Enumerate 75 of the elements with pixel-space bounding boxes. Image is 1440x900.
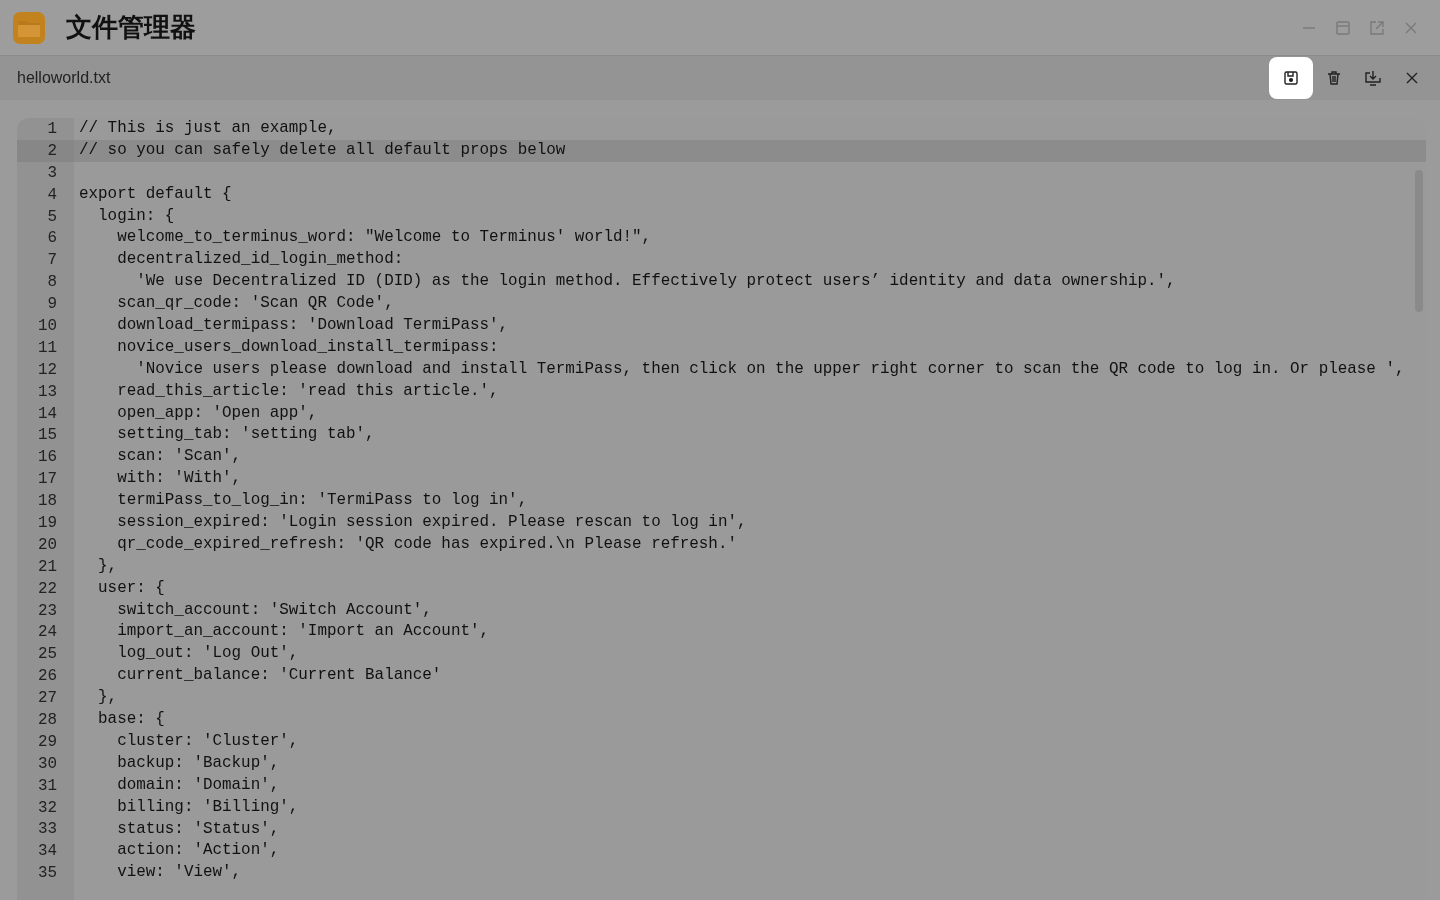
code-line: decentralized_id_login_method: [116, 249, 405, 271]
line-number: 30 [36, 753, 58, 775]
trash-icon [1325, 69, 1343, 87]
code-line: switch_account: 'Switch Account', [116, 599, 433, 621]
file-name: helloworld.txt [17, 69, 111, 87]
code-line: }, [97, 687, 119, 709]
code-line: novice_users_download_install_termipass: [116, 336, 500, 358]
line-number: 3 [46, 162, 58, 184]
code-line: scan: 'Scan', [116, 446, 243, 468]
line-number: 13 [36, 381, 58, 403]
line-number: 20 [36, 534, 58, 556]
line-number: 34 [36, 841, 58, 863]
line-number: 14 [36, 403, 58, 425]
line-number: 18 [36, 491, 58, 513]
code-line: cluster: 'Cluster', [116, 730, 300, 752]
code-line: with: 'With', [116, 468, 243, 490]
line-number: 29 [36, 731, 58, 753]
line-number: 24 [36, 622, 58, 644]
line-number: 28 [36, 710, 58, 731]
code-line: action: 'Action', [116, 840, 281, 862]
line-number: 32 [36, 797, 58, 819]
line-number: 11 [36, 337, 58, 359]
code-line: // This is just an example, [78, 118, 338, 139]
code-line: domain: 'Domain', [116, 774, 281, 796]
window-title: 文件管理器 [66, 11, 196, 44]
line-number: 2 [17, 139, 74, 162]
code-line: log_out: 'Log Out', [116, 643, 300, 665]
code-line: download_termipass: 'Download TermiPass', [116, 315, 510, 336]
line-number: 23 [36, 600, 58, 622]
code-line: read_this_article: 'read this article.', [116, 380, 500, 402]
code-line: export default { [78, 183, 233, 205]
line-number: 4 [46, 184, 58, 206]
line-number: 9 [46, 294, 58, 315]
line-number: 10 [36, 315, 58, 337]
folder-icon [12, 10, 46, 45]
line-number: 33 [36, 819, 58, 841]
code-line: session_expired: 'Login session expired. Please rescan to log in', [116, 512, 748, 534]
code-line: user: { [97, 577, 166, 599]
line-number: 31 [36, 775, 58, 797]
line-number: 7 [46, 250, 58, 272]
code-line: qr_code_expired_refresh: 'QR code has expired.\n Please refresh.' [116, 533, 738, 555]
code-line: import_an_account: 'Import an Account', [116, 621, 491, 643]
line-number: 12 [36, 359, 58, 381]
code-line: termiPass_to_log_in: 'TermiPass to log in', [116, 490, 529, 512]
code-line: status: 'Status', [116, 818, 281, 840]
line-number: 6 [46, 228, 58, 250]
line-number: 16 [36, 447, 58, 469]
save-button[interactable] [1269, 57, 1313, 99]
line-number: 27 [36, 688, 58, 710]
code-line: 'We use Decentralized ID (DID) as the login method. Effectively protect users’ identity and data ownership.', [135, 271, 1177, 293]
code-line: current_balance: 'Current Balance' [116, 665, 443, 687]
code-line: open_app: 'Open app', [116, 402, 319, 424]
line-number: 5 [46, 206, 58, 228]
line-number: 15 [36, 425, 58, 447]
line-number: 19 [36, 512, 58, 534]
line-number: 17 [36, 469, 58, 491]
download-icon [1364, 69, 1382, 87]
code-line: billing: 'Billing', [116, 796, 300, 818]
line-number: 26 [36, 666, 58, 688]
code-line: backup: 'Backup', [116, 752, 281, 774]
line-number: 35 [36, 863, 58, 885]
line-number: 21 [36, 556, 58, 578]
code-line: setting_tab: 'setting tab', [116, 424, 376, 446]
code-line: base: { [97, 709, 166, 731]
line-number: 25 [36, 644, 58, 666]
line-number: 22 [36, 578, 58, 600]
code-line: login: { [97, 205, 176, 227]
code-line: }, [97, 555, 119, 577]
save-icon [1282, 69, 1300, 87]
code-line: view: 'View', [116, 862, 243, 884]
code-line: scan_qr_code: 'Scan QR Code', [116, 293, 395, 315]
code-line: 'Novice users please download and install TermiPass, then click on the upper right corner to scan the QR code to log in. Or please ', [135, 358, 1406, 380]
line-number: 8 [46, 272, 58, 294]
line-number: 1 [46, 118, 58, 140]
code-line: welcome_to_terminus_word: "Welcome to Terminus' world!", [116, 227, 653, 249]
